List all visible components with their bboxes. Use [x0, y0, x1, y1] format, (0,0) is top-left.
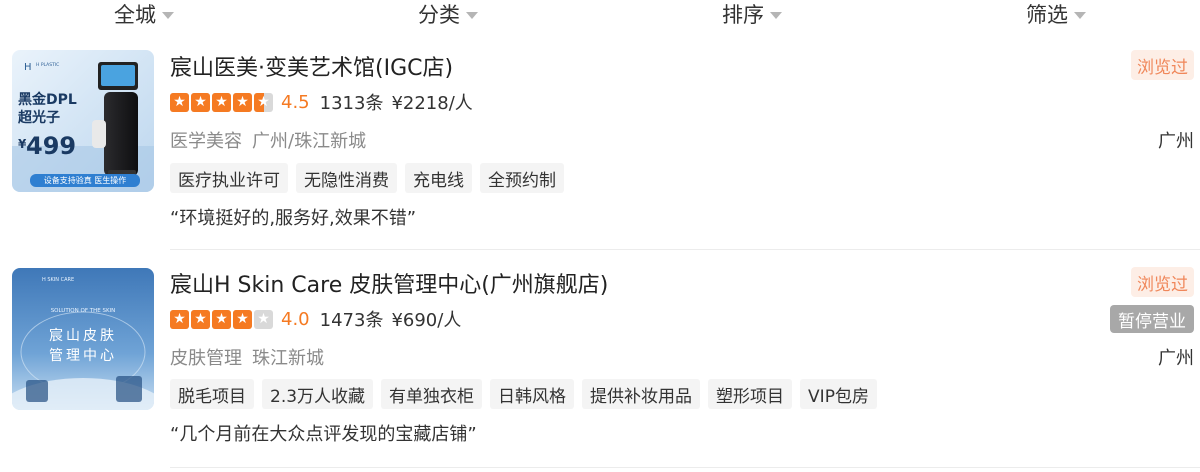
tag: 充电线	[405, 163, 472, 193]
thumb-brand: H SKIN CARE	[42, 277, 74, 283]
filter-category[interactable]: 分类	[418, 0, 478, 28]
thumb-subheadline: 管理中心	[49, 348, 117, 364]
star-icon: ★	[212, 92, 231, 112]
chevron-down-icon	[1074, 11, 1086, 19]
tag: 塑形项目	[708, 379, 793, 409]
average-price: ¥690/人	[391, 310, 462, 331]
svg-text:H: H	[24, 62, 32, 73]
tag: 医疗执业许可	[170, 163, 288, 193]
star-icon: ★	[233, 309, 252, 329]
star-icon: ★	[254, 92, 273, 112]
shop-card[interactable]: H H PLASTIC 黑金DPL 超光子 ¥ 499 设备支持验真 医生操作 …	[0, 38, 1200, 250]
divider	[170, 467, 1200, 468]
star-icon: ★	[170, 92, 189, 112]
thumb-footer: 设备支持验真 医生操作	[44, 175, 127, 185]
star-icon: ★	[191, 92, 210, 112]
tag: 日韩风格	[490, 379, 575, 409]
thumb-headline: 黑金DPL	[18, 91, 77, 108]
average-price: ¥2218/人	[391, 93, 473, 114]
tag: 脱毛项目	[170, 379, 254, 409]
filter-category-label: 分类	[418, 3, 460, 27]
tag: 有单独衣柜	[381, 379, 483, 409]
review-quote: “几个月前在大众点评发现的宝藏店铺”	[170, 424, 477, 445]
star-rating: ★ ★ ★ ★ ★	[170, 309, 273, 329]
thumb-price: 499	[26, 132, 76, 160]
thumb-subtitle: SOLUTION OF THE SKIN	[51, 308, 116, 314]
filter-city[interactable]: 全城	[114, 0, 174, 28]
tag: 2.3万人收藏	[262, 379, 374, 409]
status-badge: 暂停营业	[1110, 305, 1194, 333]
star-rating: ★ ★ ★ ★ ★	[170, 92, 273, 112]
shop-title[interactable]: 宸山H Skin Care 皮肤管理中心(广州旗舰店)	[170, 267, 608, 299]
star-icon: ★	[254, 309, 273, 329]
thumb-subheadline: 超光子	[17, 109, 60, 126]
star-icon: ★	[212, 309, 231, 329]
filter-screen[interactable]: 筛选	[1026, 0, 1086, 28]
review-count: 1473条	[319, 310, 384, 331]
divider	[170, 249, 1200, 250]
category-row: 医学美容 广州/珠江新城	[170, 127, 366, 153]
shop-category: 医学美容	[170, 131, 242, 152]
filter-sort[interactable]: 排序	[722, 0, 782, 28]
rating-score: 4.0	[281, 308, 310, 330]
filter-city-label: 全城	[114, 3, 156, 27]
viewed-badge: 浏览过	[1131, 267, 1194, 297]
star-icon: ★	[233, 92, 252, 112]
shop-category: 皮肤管理	[170, 348, 242, 369]
review-quote: “环境挺好的,服务好,效果不错”	[170, 208, 417, 229]
tag: 无隐性消费	[296, 163, 397, 193]
shop-city: 广州	[1158, 348, 1194, 369]
tag-list: 医疗执业许可 无隐性消费 充电线 全预约制	[170, 163, 564, 193]
chevron-down-icon	[466, 11, 478, 19]
thumb-brand: H PLASTIC	[36, 62, 59, 68]
tag: 提供补妆用品	[582, 379, 701, 409]
review-count: 1313条	[319, 93, 384, 114]
shop-area: 珠江新城	[252, 348, 324, 369]
thumb-headline: 宸山皮肤	[49, 327, 117, 344]
filter-bar: 全城 分类 排序 筛选	[0, 0, 1200, 32]
filter-sort-label: 排序	[722, 3, 764, 27]
tag: VIP包房	[800, 379, 877, 409]
chevron-down-icon	[770, 11, 782, 19]
star-icon: ★	[191, 309, 210, 329]
shop-area: 广州/珠江新城	[252, 131, 367, 152]
shop-thumbnail[interactable]: H H PLASTIC 黑金DPL 超光子 ¥ 499 设备支持验真 医生操作	[12, 50, 154, 192]
shop-thumbnail[interactable]: H SKIN CARE SOLUTION OF THE SKIN 宸山皮肤 管理…	[12, 268, 154, 410]
filter-screen-label: 筛选	[1026, 3, 1068, 27]
tag-list: 脱毛项目 2.3万人收藏 有单独衣柜 日韩风格 提供补妆用品 塑形项目 VIP包…	[170, 379, 877, 409]
category-row: 皮肤管理 珠江新城	[170, 344, 324, 370]
rating-score: 4.5	[281, 91, 310, 113]
shop-card[interactable]: H SKIN CARE SOLUTION OF THE SKIN 宸山皮肤 管理…	[0, 254, 1200, 468]
chevron-down-icon	[162, 11, 174, 19]
shop-title[interactable]: 宸山医美·变美艺术馆(IGC店)	[170, 50, 453, 82]
rating-row: ★ ★ ★ ★ ★ 4.5 1313条 ¥2218/人	[170, 89, 481, 115]
shop-city: 广州	[1158, 131, 1194, 152]
tag: 全预约制	[480, 163, 564, 193]
star-icon: ★	[170, 309, 189, 329]
rating-row: ★ ★ ★ ★ ★ 4.0 1473条 ¥690/人	[170, 306, 469, 332]
viewed-badge: 浏览过	[1131, 50, 1194, 80]
